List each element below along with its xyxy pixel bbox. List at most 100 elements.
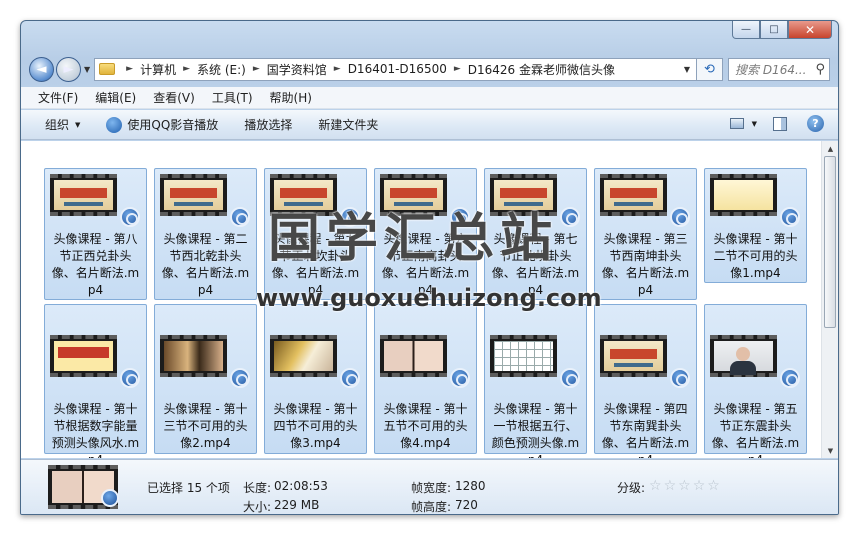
address-bar[interactable]: ► 计算机 ► 系统 (E:) ► 国学资料馆 ► D16401-D16500 … xyxy=(94,57,697,81)
search-input[interactable]: 搜索 D164... ⚲ xyxy=(728,57,830,81)
length-label: 长度: xyxy=(243,481,272,495)
star-icon[interactable]: ☆ xyxy=(664,478,677,494)
caption-buttons: — □ ✕ xyxy=(732,21,832,39)
change-view-icon[interactable] xyxy=(729,118,744,129)
video-thumbnail xyxy=(600,174,667,216)
qq-video-icon xyxy=(780,207,800,227)
maximize-button[interactable]: □ xyxy=(760,21,788,39)
size-label: 大小: xyxy=(243,500,272,514)
search-placeholder: 搜索 D164... xyxy=(735,62,807,77)
navigation-row: ◄ ► ▼ ► 计算机 ► 系统 (E:) ► 国学资料馆 ► D16401-D… xyxy=(29,54,830,84)
file-tile[interactable]: 头像课程 - 第五节正东震卦头像、名片断法.mp4 xyxy=(704,304,807,458)
menu-edit[interactable]: 编辑(E) xyxy=(95,89,136,106)
back-button[interactable]: ◄ xyxy=(29,56,54,82)
chevron-right-icon[interactable]: ► xyxy=(183,64,190,74)
frame-width-value: 1280 xyxy=(455,479,486,493)
qq-video-icon xyxy=(780,368,800,388)
menu-bar: 文件(F) 编辑(E) 查看(V) 工具(T) 帮助(H) xyxy=(21,87,838,109)
qq-player-icon xyxy=(106,116,123,133)
new-folder-button[interactable]: 新建文件夹 xyxy=(318,116,378,133)
scroll-down-arrow-icon[interactable]: ▼ xyxy=(822,443,838,458)
menu-view[interactable]: 查看(V) xyxy=(153,89,195,106)
selection-count: 已选择 15 个项 xyxy=(147,481,230,495)
video-thumbnail xyxy=(50,174,117,216)
file-tile[interactable]: 头像课程 - 第四节东南巽卦头像、名片断法.mp4 xyxy=(594,304,697,458)
menu-tools[interactable]: 工具(T) xyxy=(212,89,253,106)
folder-icon xyxy=(99,63,116,75)
video-thumbnail xyxy=(50,335,117,377)
file-tile[interactable]: 头像课程 - 第十三节不可用的头像2.mp4 xyxy=(154,304,257,454)
menu-file[interactable]: 文件(F) xyxy=(38,89,78,106)
chevron-right-icon[interactable]: ► xyxy=(454,64,461,74)
file-tile[interactable]: 头像课程 - 第十二节不可用的头像1.mp4 xyxy=(704,168,807,283)
file-tile[interactable]: 头像课程 - 第十节根据数字能量预测头像风水.mp4 xyxy=(44,304,147,458)
qq-video-icon xyxy=(120,368,140,388)
star-icon[interactable]: ☆ xyxy=(649,478,662,494)
frame-width-label: 帧宽度: xyxy=(411,481,452,495)
breadcrumb-computer[interactable]: 计算机 xyxy=(140,61,176,78)
watermark-text: 国学汇总站 xyxy=(268,209,559,269)
file-name: 头像课程 - 第八节正西兑卦头像、名片断法.mp4 xyxy=(51,232,140,297)
address-dropdown-icon[interactable]: ▼ xyxy=(678,65,696,74)
watermark-url: www.guoxuehuizong.com xyxy=(256,284,602,312)
star-icon[interactable]: ☆ xyxy=(678,478,691,494)
play-with-qq-button[interactable]: 使用QQ影音播放 xyxy=(106,116,218,133)
scrollbar-thumb[interactable] xyxy=(824,156,836,328)
chevron-right-icon[interactable]: ► xyxy=(253,64,260,74)
rating-stars[interactable]: ☆ ☆ ☆ ☆ ☆ xyxy=(649,478,722,494)
breadcrumb-current-folder[interactable]: D16426 金霖老师微信头像 xyxy=(468,61,615,78)
vertical-scrollbar[interactable]: ▲ ▼ xyxy=(821,141,838,458)
file-name: 头像课程 - 第十二节不可用的头像1.mp4 xyxy=(713,232,798,280)
qq-video-icon xyxy=(450,368,470,388)
breadcrumb-library[interactable]: 国学资料馆 xyxy=(267,61,327,78)
video-thumbnail xyxy=(600,335,667,377)
file-tile[interactable]: 头像课程 - 第三节西南坤卦头像、名片断法.mp4 xyxy=(594,168,697,300)
rating-label: 分级: xyxy=(617,481,646,495)
video-thumbnail xyxy=(270,335,337,377)
star-icon[interactable]: ☆ xyxy=(707,478,720,494)
organize-button[interactable]: 组织 ▼ xyxy=(45,116,80,133)
play-selection-button[interactable]: 播放选择 xyxy=(244,116,292,133)
file-name: 头像课程 - 第十五节不可用的头像4.mp4 xyxy=(383,402,468,450)
qq-video-icon xyxy=(230,207,250,227)
star-icon[interactable]: ☆ xyxy=(693,478,706,494)
forward-button[interactable]: ► xyxy=(56,56,81,82)
command-bar: 组织 ▼ 使用QQ影音播放 播放选择 新建文件夹 ▼ ? xyxy=(21,110,838,140)
qq-video-icon xyxy=(560,207,580,227)
qq-video-icon xyxy=(670,368,690,388)
chevron-right-icon[interactable]: ► xyxy=(334,64,341,74)
frame-height-value: 720 xyxy=(455,498,478,512)
file-tile[interactable]: 头像课程 - 第八节正西兑卦头像、名片断法.mp4 xyxy=(44,168,147,300)
breadcrumb-range[interactable]: D16401-D16500 xyxy=(348,62,447,76)
file-name: 头像课程 - 第四节东南巽卦头像、名片断法.mp4 xyxy=(601,402,690,458)
chevron-down-icon: ▼ xyxy=(75,120,81,129)
help-icon[interactable]: ? xyxy=(807,115,824,132)
file-tile[interactable]: 头像课程 - 第十一节根据五行、颜色预测头像.mp4 xyxy=(484,304,587,458)
view-tools: ▼ ? xyxy=(729,115,824,132)
size-value: 229 MB xyxy=(274,498,320,512)
qq-video-icon xyxy=(120,207,140,227)
file-name: 头像课程 - 第十一节根据五行、颜色预测头像.mp4 xyxy=(491,402,580,458)
video-thumbnail xyxy=(710,335,777,377)
minimize-button[interactable]: — xyxy=(732,21,760,39)
breadcrumb-drive[interactable]: 系统 (E:) xyxy=(197,61,246,78)
file-name: 头像课程 - 第二节西北乾卦头像、名片断法.mp4 xyxy=(161,232,250,297)
search-icon[interactable]: ⚲ xyxy=(815,62,825,77)
details-pane: 已选择 15 个项 长度: 02:08:53 大小: 229 MB 帧宽度: 1… xyxy=(21,459,838,514)
scroll-up-arrow-icon[interactable]: ▲ xyxy=(822,141,838,156)
history-dropdown-icon[interactable]: ▼ xyxy=(84,65,90,74)
close-button[interactable]: ✕ xyxy=(788,21,832,39)
video-thumbnail xyxy=(490,335,557,377)
qq-video-icon xyxy=(670,207,690,227)
chevron-right-icon[interactable]: ► xyxy=(126,64,133,74)
qq-video-icon xyxy=(101,489,119,507)
video-thumbnail xyxy=(380,335,447,377)
file-name: 头像课程 - 第十四节不可用的头像3.mp4 xyxy=(273,402,358,450)
file-tile[interactable]: 头像课程 - 第十五节不可用的头像4.mp4 xyxy=(374,304,477,454)
file-tile[interactable]: 头像课程 - 第二节西北乾卦头像、名片断法.mp4 xyxy=(154,168,257,300)
views-dropdown-icon[interactable]: ▼ xyxy=(752,120,757,128)
preview-pane-icon[interactable] xyxy=(773,116,787,131)
menu-help[interactable]: 帮助(H) xyxy=(270,89,312,106)
refresh-button[interactable]: ⟲ xyxy=(697,57,723,81)
file-tile[interactable]: 头像课程 - 第十四节不可用的头像3.mp4 xyxy=(264,304,367,454)
